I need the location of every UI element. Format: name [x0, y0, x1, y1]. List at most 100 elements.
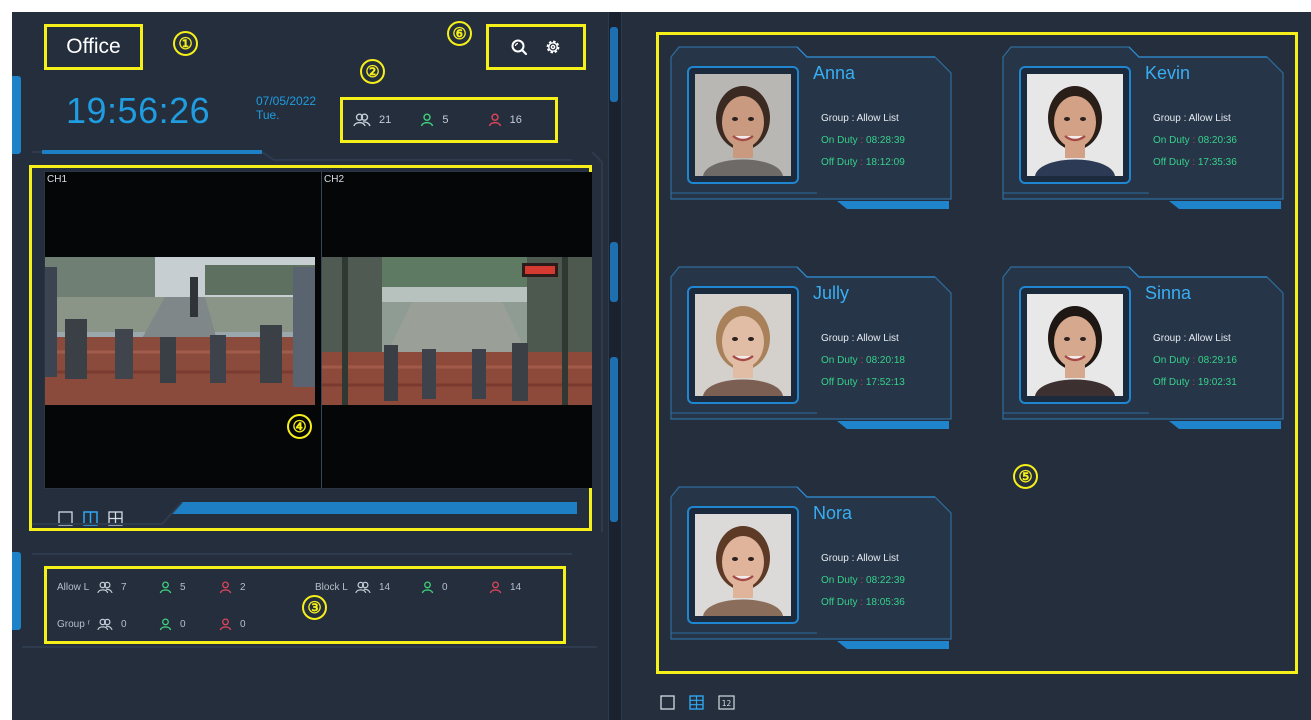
marker-6: ⑥ — [447, 21, 472, 46]
allow-total: 7 — [97, 581, 159, 594]
person-photo — [687, 506, 799, 624]
off-duty-time: Off Duty : 18:12:09 — [821, 157, 905, 168]
marker-1: ① — [173, 31, 198, 56]
search-icon[interactable] — [510, 38, 528, 56]
divider-accent — [610, 357, 618, 522]
person-group: Group : Allow List — [821, 333, 899, 344]
person-card[interactable]: Jully Group : Allow List On Duty : 08:20… — [667, 263, 958, 431]
marker-5: ⑤ — [1013, 464, 1038, 489]
person-photo — [687, 286, 799, 404]
on-duty-time: On Duty : 08:29:16 — [1153, 355, 1237, 366]
person-card[interactable]: Anna Group : Allow List On Duty : 08:28:… — [667, 43, 958, 211]
live-view-panel: CH1 CH2 ④ — [29, 165, 592, 531]
block-total-value: 14 — [379, 582, 391, 593]
person-card[interactable]: Nora Group : Allow List On Duty : 08:22:… — [667, 483, 958, 651]
person-photo — [1019, 66, 1131, 184]
people-icon — [353, 113, 371, 127]
on-duty-time: On Duty : 08:20:18 — [821, 355, 905, 366]
camera-feed-1 — [45, 257, 315, 405]
group-present: 0 — [159, 618, 219, 631]
absent-person-icon — [489, 581, 502, 594]
face-portrait — [695, 514, 791, 616]
person-photo — [1019, 286, 1131, 404]
person-card[interactable]: Kevin Group : Allow List On Duty : 08:20… — [999, 43, 1290, 211]
channel-1-view[interactable]: CH1 — [45, 172, 315, 488]
total-count: 21 — [353, 113, 420, 127]
footer-accent — [32, 501, 577, 525]
clock-time: 19:56:26 — [66, 90, 211, 131]
gear-icon[interactable] — [544, 38, 562, 56]
person-group: Group : Allow List — [1153, 113, 1231, 124]
left-panel: Office ① 19:56:26 07/05/2022 Tue. ② 21 5… — [12, 12, 608, 720]
group-total: 0 — [97, 618, 159, 631]
off-duty-time: Off Duty : 18:05:36 — [821, 597, 905, 608]
camera-feed-2 — [322, 257, 592, 405]
present-person-icon — [421, 581, 434, 594]
person-photo — [687, 66, 799, 184]
face-portrait — [695, 294, 791, 396]
allow-list-row: Allow L 7 5 2 Block L 14 0 14 — [57, 581, 521, 594]
marker-4: ④ — [287, 414, 312, 439]
group-row: Group ʳ 0 0 0 — [57, 618, 246, 631]
face-portrait — [695, 74, 791, 176]
absent-person-icon — [219, 581, 232, 594]
off-duty-time: Off Duty : 17:52:13 — [821, 377, 905, 388]
divider-accent — [610, 27, 618, 102]
block-total: 14 — [355, 581, 421, 594]
marker-3: ③ — [302, 595, 327, 620]
single-card-view-icon[interactable] — [660, 695, 675, 710]
card-layout-switcher: 12 — [660, 695, 735, 710]
person-name: Kevin — [1145, 63, 1191, 83]
absent-person-icon — [488, 113, 502, 127]
absent-count: 16 — [488, 113, 555, 127]
allow-present: 5 — [159, 581, 219, 594]
off-duty-time: Off Duty : 17:35:36 — [1153, 157, 1237, 168]
group-label: Group ʳ — [57, 619, 90, 630]
present-person-icon — [420, 113, 434, 127]
block-present: 0 — [421, 581, 489, 594]
channel-1-label: CH1 — [47, 174, 68, 185]
group-absent-value: 0 — [240, 619, 246, 630]
app-window: Office ① 19:56:26 07/05/2022 Tue. ② 21 5… — [12, 12, 1311, 720]
person-card[interactable]: Sinna Group : Allow List On Duty : 08:29… — [999, 263, 1290, 431]
group-total-value: 0 — [121, 619, 127, 630]
svg-text:12: 12 — [722, 699, 732, 708]
present-person-icon — [159, 581, 172, 594]
off-duty-time: Off Duty : 19:02:31 — [1153, 377, 1237, 388]
people-icon — [97, 618, 113, 631]
group-present-value: 0 — [180, 619, 186, 630]
present-person-icon — [159, 618, 172, 631]
block-present-value: 0 — [442, 582, 448, 593]
face-portrait — [1027, 294, 1123, 396]
allow-list-label: Allow L — [57, 582, 90, 593]
attendance-cards: Anna Group : Allow List On Duty : 08:28:… — [656, 32, 1298, 674]
divider-accent — [610, 242, 618, 302]
block-absent-value: 14 — [510, 582, 522, 593]
date-block: 07/05/2022 Tue. — [256, 94, 316, 122]
marker-2: ② — [360, 59, 385, 84]
absent-person-icon — [219, 618, 232, 631]
site-name[interactable]: Office — [44, 24, 143, 70]
person-name: Jully — [813, 283, 850, 303]
person-group: Group : Allow List — [821, 553, 899, 564]
right-panel: Anna Group : Allow List On Duty : 08:28:… — [622, 12, 1311, 720]
twelve-card-view-icon[interactable]: 12 — [718, 695, 735, 710]
channel-2-view[interactable]: CH2 — [322, 172, 592, 488]
attendance-counts: 21 5 16 — [340, 97, 558, 143]
person-name: Nora — [813, 503, 853, 523]
person-name: Sinna — [1145, 283, 1192, 303]
face-portrait — [1027, 74, 1123, 176]
block-list-label: Block L — [315, 582, 348, 593]
group-absent: 0 — [219, 618, 246, 631]
channel-2-label: CH2 — [324, 174, 345, 185]
people-icon — [97, 581, 113, 594]
block-absent: 14 — [489, 581, 521, 594]
on-duty-time: On Duty : 08:28:39 — [821, 135, 905, 146]
date-text: 07/05/2022 — [256, 94, 317, 108]
toolbar — [486, 24, 586, 70]
allow-present-value: 5 — [180, 582, 186, 593]
person-group: Group : Allow List — [821, 113, 899, 124]
grid-card-view-icon[interactable] — [689, 695, 704, 710]
allow-absent-value: 2 — [240, 582, 246, 593]
present-count: 5 — [420, 113, 487, 127]
